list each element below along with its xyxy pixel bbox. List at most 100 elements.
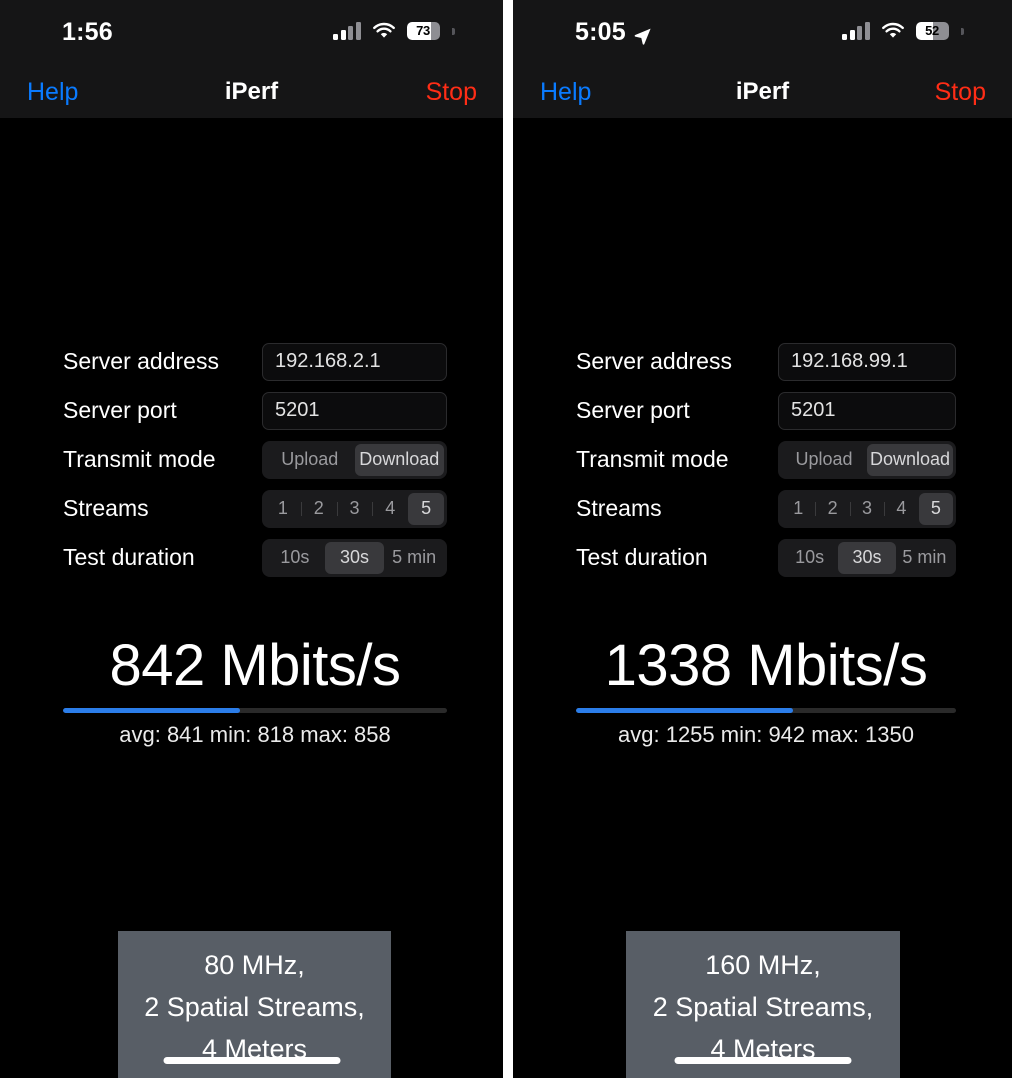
- segment-duration-10s[interactable]: 10s: [781, 542, 838, 574]
- help-button[interactable]: Help: [540, 78, 591, 107]
- result-panel: 842 Mbits/s avg: 841 min: 818 max: 858: [63, 633, 447, 748]
- stats-line: avg: 841 min: 818 max: 858: [119, 722, 391, 747]
- server-port-label: Server port: [63, 397, 177, 423]
- segment-streams-5[interactable]: 5: [918, 492, 954, 525]
- server-port-label: Server port: [576, 397, 690, 423]
- segment-streams-4[interactable]: 4: [372, 493, 408, 525]
- form-row-transmit-mode: Transmit mode Upload Download: [576, 435, 956, 484]
- battery-icon: 52: [915, 22, 949, 40]
- segment-download[interactable]: Download: [867, 443, 953, 476]
- battery-tip-icon: [452, 27, 455, 35]
- segment-streams-1[interactable]: 1: [781, 493, 815, 525]
- phone-screenshot-right: 5:05 52 Help iPerf Stop Server address 1…: [513, 0, 1012, 1078]
- test-duration-label: Test duration: [576, 544, 708, 570]
- annotation-line-1: 160 MHz,: [705, 950, 821, 980]
- form-row-server-address: Server address 192.168.2.1: [63, 337, 447, 386]
- segment-streams-5[interactable]: 5: [408, 492, 444, 525]
- panel-divider: [503, 0, 513, 1078]
- stop-button[interactable]: Stop: [935, 78, 986, 107]
- segment-streams-2[interactable]: 2: [300, 493, 337, 525]
- status-time: 5:05: [575, 18, 626, 46]
- progress-bar: [576, 708, 956, 713]
- status-indicators: 73: [333, 22, 455, 40]
- speed-readout: 1338 Mbits/s: [604, 633, 928, 698]
- test-duration-segmented-control[interactable]: 10s 30s 5 min: [778, 538, 956, 577]
- transmit-mode-segmented-control[interactable]: Upload Download: [262, 440, 447, 479]
- location-arrow-icon: [633, 24, 652, 45]
- status-bar: 5:05 52: [513, 0, 1012, 66]
- form-row-server-address: Server address 192.168.99.1: [576, 337, 956, 386]
- status-time-group: 1:56: [62, 18, 113, 47]
- nav-bar: Help iPerf Stop: [513, 66, 1012, 118]
- segment-duration-30s[interactable]: 30s: [324, 541, 385, 574]
- battery-tip-icon: [961, 27, 964, 35]
- form-row-streams: Streams 1 2 3 4 5: [63, 484, 447, 533]
- settings-form: Server address 192.168.2.1 Server port 5…: [0, 337, 503, 582]
- result-panel: 1338 Mbits/s avg: 1255 min: 942 max: 135…: [576, 633, 956, 748]
- streams-label: Streams: [576, 495, 662, 521]
- streams-segmented-control[interactable]: 1 2 3 4 5: [778, 489, 956, 528]
- home-indicator[interactable]: [674, 1057, 851, 1064]
- annotation-line-1: 80 MHz,: [204, 950, 305, 980]
- status-time: 1:56: [62, 18, 113, 46]
- segment-streams-4[interactable]: 4: [884, 493, 918, 525]
- segment-streams-2[interactable]: 2: [815, 493, 849, 525]
- server-port-input[interactable]: 5201: [262, 391, 447, 430]
- app-screen: Server address 192.168.2.1 Server port 5…: [0, 118, 503, 1078]
- progress-bar-fill: [576, 708, 793, 713]
- status-indicators: 52: [842, 22, 964, 40]
- segment-duration-30s[interactable]: 30s: [838, 541, 896, 574]
- server-address-input[interactable]: 192.168.2.1: [262, 342, 447, 381]
- app-screen: Server address 192.168.99.1 Server port …: [513, 118, 1012, 1078]
- form-row-server-port: Server port 5201: [63, 386, 447, 435]
- server-port-input[interactable]: 5201: [778, 391, 956, 430]
- progress-bar: [63, 708, 447, 713]
- test-duration-label: Test duration: [63, 544, 195, 570]
- form-row-streams: Streams 1 2 3 4 5: [576, 484, 956, 533]
- home-indicator[interactable]: [163, 1057, 340, 1064]
- server-address-input[interactable]: 192.168.99.1: [778, 342, 956, 381]
- help-button[interactable]: Help: [27, 78, 78, 107]
- segment-upload[interactable]: Upload: [781, 444, 867, 476]
- stop-button[interactable]: Stop: [426, 78, 477, 107]
- segment-duration-5min[interactable]: 5 min: [384, 542, 444, 574]
- settings-form: Server address 192.168.99.1 Server port …: [513, 337, 1012, 582]
- streams-label: Streams: [63, 495, 149, 521]
- segment-duration-5min[interactable]: 5 min: [896, 542, 953, 574]
- streams-segmented-control[interactable]: 1 2 3 4 5: [262, 489, 447, 528]
- wifi-icon: [881, 22, 905, 40]
- nav-bar: Help iPerf Stop: [0, 66, 503, 118]
- transmit-mode-label: Transmit mode: [63, 446, 216, 472]
- form-row-test-duration: Test duration 10s 30s 5 min: [63, 533, 447, 582]
- segment-streams-1[interactable]: 1: [265, 493, 301, 525]
- cellular-bars-icon: [842, 22, 870, 40]
- screenshot-root: 1:56 73 Help iPerf Stop Server address 1…: [0, 0, 1012, 1078]
- speed-readout: 842 Mbits/s: [109, 633, 401, 698]
- annotation-line-2: 2 Spatial Streams,: [144, 992, 365, 1022]
- transmit-mode-segmented-control[interactable]: Upload Download: [778, 440, 956, 479]
- segment-streams-3[interactable]: 3: [849, 493, 884, 525]
- transmit-mode-label: Transmit mode: [576, 446, 729, 472]
- segment-upload[interactable]: Upload: [265, 444, 355, 476]
- test-duration-segmented-control[interactable]: 10s 30s 5 min: [262, 538, 447, 577]
- battery-percent: 52: [925, 23, 939, 38]
- segment-streams-3[interactable]: 3: [336, 493, 373, 525]
- phone-screenshot-left: 1:56 73 Help iPerf Stop Server address 1…: [0, 0, 503, 1078]
- server-address-label: Server address: [63, 348, 219, 374]
- wifi-icon: [372, 22, 396, 40]
- segment-duration-10s[interactable]: 10s: [265, 542, 325, 574]
- server-address-label: Server address: [576, 348, 732, 374]
- annotation-box: 160 MHz, 2 Spatial Streams, 4 Meters: [626, 931, 900, 1078]
- status-time-group: 5:05: [575, 18, 652, 47]
- progress-bar-fill: [63, 708, 240, 713]
- form-row-test-duration: Test duration 10s 30s 5 min: [576, 533, 956, 582]
- stats-line: avg: 1255 min: 942 max: 1350: [618, 722, 914, 747]
- form-row-server-port: Server port 5201: [576, 386, 956, 435]
- battery-icon: 73: [406, 22, 440, 40]
- form-row-transmit-mode: Transmit mode Upload Download: [63, 435, 447, 484]
- segment-download[interactable]: Download: [354, 443, 444, 476]
- annotation-box: 80 MHz, 2 Spatial Streams, 4 Meters: [118, 931, 391, 1078]
- annotation-line-2: 2 Spatial Streams,: [652, 992, 874, 1022]
- battery-percent: 73: [416, 23, 430, 38]
- status-bar: 1:56 73: [0, 0, 503, 66]
